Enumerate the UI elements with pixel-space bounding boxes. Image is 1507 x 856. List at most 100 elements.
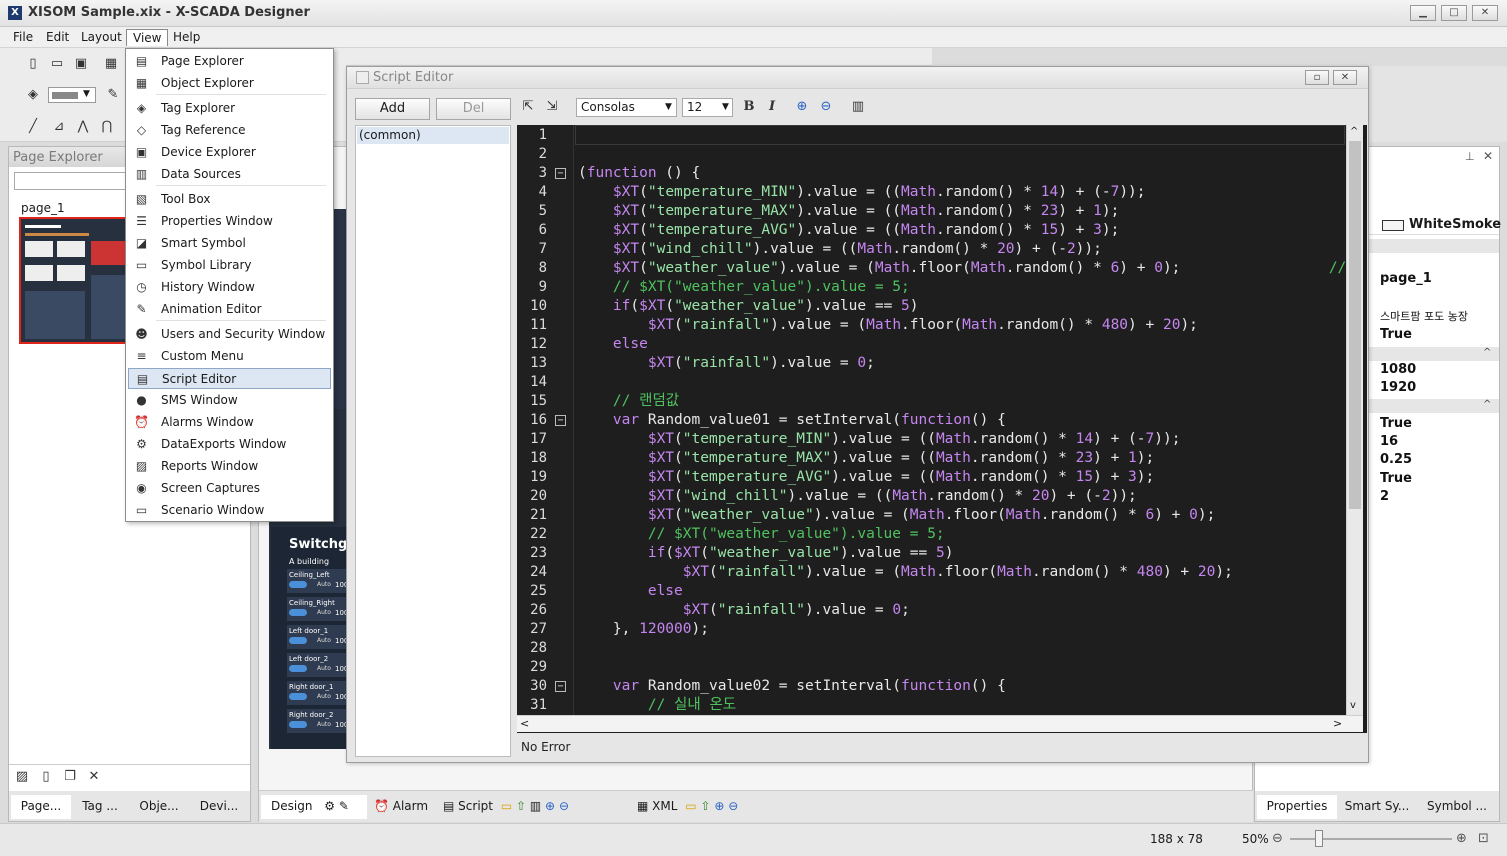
toggle-switch[interactable] (289, 637, 307, 644)
code-line[interactable]: $XT("rainfall").value = 0; (578, 354, 875, 373)
italic-button[interactable]: I (763, 98, 781, 116)
tab-script[interactable]: ▤ Script ▭ ⇧ ▥ ⊕ ⊖ (437, 795, 617, 819)
view-menu-item[interactable]: ▥ Data Sources (128, 164, 331, 185)
line-tool-icon[interactable]: ╱ (24, 118, 42, 136)
polyline-tool-icon[interactable]: ⊿ (50, 118, 68, 136)
code-line[interactable]: var Random_value01 = setInterval(functio… (578, 411, 1006, 430)
scroll-left-icon[interactable]: < (520, 717, 529, 730)
vertical-scrollbar[interactable]: ^ v (1346, 125, 1363, 715)
code-line[interactable]: // $XT("weather_value").value = 5; (578, 278, 910, 297)
prop-value-title[interactable]: 스마트팜 포도 농장 (1380, 308, 1468, 324)
code-line[interactable]: $XT("temperature_AVG").value = ((Math.ra… (578, 221, 1119, 240)
view-menu-item[interactable]: ▭ Scenario Window (128, 500, 331, 521)
page-item-label[interactable]: page_1 (21, 201, 65, 215)
view-menu-item[interactable]: ▤ Page Explorer (128, 51, 331, 72)
tab-smart-symbol[interactable]: Smart Sy... (1337, 795, 1417, 819)
view-menu-item[interactable]: ▧ Tool Box (128, 189, 331, 210)
code-line[interactable]: var Random_value02 = setInterval(functio… (578, 677, 1006, 696)
view-menu-item[interactable]: ☻ Users and Security Window (128, 324, 331, 345)
line-style-dropdown[interactable]: ▼ (48, 87, 96, 103)
menu-file[interactable]: File (7, 29, 39, 46)
zoom-out-button[interactable]: ⊖ (817, 98, 835, 116)
view-menu-item[interactable]: ⏰ Alarms Window (128, 412, 331, 433)
toggle-switch[interactable] (289, 693, 307, 700)
tab-object[interactable]: Obje... (129, 795, 189, 819)
code-line[interactable]: $XT("wind_chill").value = ((Math.random(… (578, 240, 1102, 259)
font-select[interactable]: Consolas ▼ (576, 98, 677, 117)
tab-device[interactable]: Devi... (189, 795, 249, 819)
toggle-switch[interactable] (289, 721, 307, 728)
bold-button[interactable]: B (740, 98, 758, 116)
code-line[interactable]: // $XT("weather_value").value = 5; (578, 525, 945, 544)
prop-value-width[interactable]: 1920 (1380, 380, 1416, 395)
view-menu-item[interactable]: ☰ Properties Window (128, 211, 331, 232)
zoom-in-status-icon[interactable]: ⊕ (1456, 831, 1467, 846)
prop-value-opacity[interactable]: 0.25 (1380, 452, 1412, 467)
tab-symbol[interactable]: Symbol ... (1417, 795, 1497, 819)
tab-xml[interactable]: ▦ XML ▭ ⇧ ⊕ ⊖ (631, 795, 791, 819)
code-line[interactable]: if($XT("weather_value").value == 5) (578, 544, 954, 563)
view-menu-item[interactable]: ▣ Device Explorer (128, 142, 331, 163)
prop-value-visible[interactable]: True (1380, 327, 1412, 342)
open-folder-icon[interactable]: ▭ (48, 55, 66, 73)
code-line[interactable]: $XT("weather_value").value = (Math.floor… (578, 506, 1216, 525)
prop-row-color[interactable]: WhiteSmoke (1367, 215, 1501, 235)
code-line[interactable]: $XT("rainfall").value = (Math.floor(Math… (578, 316, 1198, 335)
pin-icon[interactable]: ⊥ (1465, 150, 1475, 163)
prop-value-thickness[interactable]: 2 (1380, 489, 1389, 504)
code-line[interactable]: if($XT("weather_value").value == 5) (578, 297, 919, 316)
close-button[interactable]: ✕ (1472, 5, 1498, 21)
tab-design[interactable]: Design ⚙ ✎ (261, 795, 367, 819)
scroll-up-icon[interactable]: ^ (1350, 126, 1358, 137)
view-menu-item[interactable]: ✎ Animation Editor (128, 299, 331, 320)
panel-close-icon[interactable]: ✕ (1483, 149, 1493, 163)
script-item-common[interactable]: (common) (357, 127, 509, 144)
view-menu-item[interactable]: ▦ Object Explorer (128, 73, 331, 94)
prop-value-height[interactable]: 1080 (1380, 362, 1416, 377)
code-line[interactable]: $XT("temperature_MIN").value = ((Math.ra… (578, 430, 1181, 449)
view-menu-item[interactable]: ● SMS Window (128, 390, 331, 411)
new-file-icon[interactable]: ▯ (24, 55, 42, 73)
prop-value-snap[interactable]: True (1380, 471, 1412, 486)
collapse-icon[interactable]: ^ (1483, 347, 1491, 358)
tab-properties[interactable]: Properties (1257, 795, 1337, 819)
code-line[interactable]: $XT("temperature_MAX").value = ((Math.ra… (578, 202, 1119, 221)
import-script-icon[interactable]: ⇲ (543, 98, 561, 116)
delete-script-button[interactable]: Del (436, 98, 511, 120)
code-line[interactable]: (function () { (578, 164, 700, 183)
new-page-icon[interactable]: ▯ (37, 768, 55, 786)
page-thumbnail[interactable] (19, 217, 129, 344)
code-line[interactable]: $XT("temperature_MAX").value = ((Math.ra… (578, 449, 1154, 468)
view-menu-item[interactable]: ◈ Tag Explorer (128, 98, 331, 119)
menu-help[interactable]: Help (167, 29, 206, 46)
font-size-select[interactable]: 12 ▼ (682, 98, 733, 117)
prop-value-grid-size[interactable]: 16 (1380, 434, 1398, 449)
tab-tag[interactable]: Tag ... (71, 795, 129, 819)
menu-layout[interactable]: Layout (75, 29, 128, 46)
minimize-button[interactable]: ▁ (1410, 5, 1436, 21)
code-line[interactable]: $XT("temperature_MIN").value = ((Math.ra… (578, 183, 1146, 202)
fill-color-icon[interactable]: ◈ (24, 86, 42, 104)
prop-value-name[interactable]: page_1 (1380, 271, 1432, 286)
scroll-down-icon[interactable]: v (1350, 700, 1356, 711)
zoom-in-button[interactable]: ⊕ (793, 98, 811, 116)
line-number-toggle-icon[interactable]: ▥ (849, 98, 867, 116)
code-line[interactable]: $XT("rainfall").value = (Math.floor(Math… (578, 563, 1233, 582)
view-menu-item[interactable]: ≡ Custom Menu (128, 346, 331, 367)
view-menu-item[interactable]: ▨ Reports Window (128, 456, 331, 477)
save-icon[interactable]: ▣ (72, 55, 90, 73)
code-line[interactable]: $XT("wind_chill").value = ((Math.random(… (578, 487, 1137, 506)
arc-tool-icon[interactable]: ⋂ (98, 118, 116, 136)
code-line[interactable]: $XT("temperature_AVG").value = ((Math.ra… (578, 468, 1154, 487)
zoom-out-status-icon[interactable]: ⊖ (1272, 831, 1283, 846)
delete-page-icon[interactable]: ✕ (85, 768, 103, 786)
toggle-switch[interactable] (289, 665, 307, 672)
code-text[interactable]: (function () { $XT("temperature_MIN").va… (517, 125, 1346, 715)
collapse-icon-2[interactable]: ^ (1483, 399, 1491, 410)
export-script-icon[interactable]: ⇱ (519, 98, 537, 116)
fit-page-icon[interactable]: ⊡ (1478, 831, 1489, 846)
view-menu-item[interactable]: ◷ History Window (128, 277, 331, 298)
view-menu-item[interactable]: ▭ Symbol Library (128, 255, 331, 276)
code-line[interactable]: $XT("rainfall").value = 0; (578, 601, 910, 620)
save-all-icon[interactable]: ▦ (102, 55, 120, 73)
